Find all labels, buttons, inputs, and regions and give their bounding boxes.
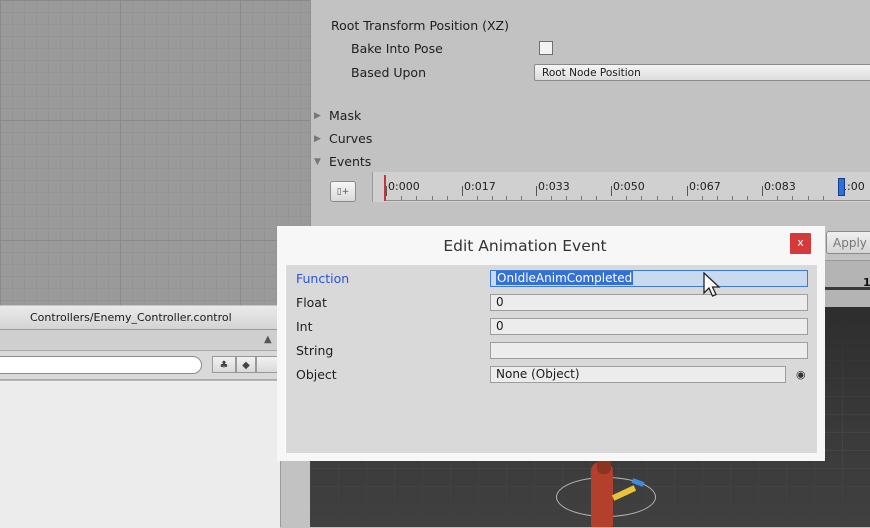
timeline-tick-label: 0:033 bbox=[538, 180, 570, 193]
timeline-minor-tick bbox=[822, 196, 824, 200]
curves-expand-icon[interactable]: ▶ bbox=[314, 134, 321, 144]
filter-label-button[interactable]: ◆ bbox=[236, 356, 256, 373]
project-list bbox=[0, 380, 280, 528]
timeline-tick-label: 0:050 bbox=[613, 180, 645, 193]
tag-icon: ◆ bbox=[242, 360, 250, 371]
int-label: Int bbox=[296, 319, 313, 334]
add-event-icon: ▯+ bbox=[336, 187, 350, 197]
close-icon: x bbox=[797, 236, 804, 249]
close-button[interactable]: x bbox=[790, 233, 811, 254]
controller-path-bar: Controllers/Enemy_Controller.control bbox=[0, 306, 280, 330]
timeline-tick-label: 0:083 bbox=[764, 180, 796, 193]
timeline-minor-tick bbox=[566, 196, 567, 200]
timeline-minor-tick bbox=[446, 196, 448, 200]
timeline-minor-tick bbox=[656, 196, 658, 200]
playhead-marker[interactable] bbox=[384, 175, 386, 201]
controller-path: Controllers/Enemy_Controller.control bbox=[30, 311, 232, 324]
timeline-tick bbox=[687, 186, 688, 196]
timeline-minor-tick bbox=[401, 196, 403, 200]
timeline-minor-tick bbox=[431, 196, 433, 200]
filter-type-button[interactable]: ♣ bbox=[212, 356, 236, 373]
float-field[interactable]: 0 bbox=[490, 294, 808, 311]
inspector-panel bbox=[310, 0, 870, 238]
timeline-minor-tick bbox=[777, 196, 779, 200]
timeline-tick-label: 0:067 bbox=[689, 180, 721, 193]
panel-strip bbox=[0, 330, 280, 351]
float-label: Float bbox=[296, 295, 327, 310]
function-value: OnIdleAnimCompleted bbox=[496, 271, 634, 285]
timeline-tick bbox=[386, 186, 387, 196]
timeline-minor-tick bbox=[521, 196, 523, 200]
timeline-minor-tick bbox=[626, 196, 628, 200]
timeline-tick-label: 0:017 bbox=[464, 180, 496, 193]
function-field[interactable]: OnIdleAnimCompleted bbox=[490, 270, 808, 287]
mask-expand-icon[interactable]: ▶ bbox=[314, 111, 321, 121]
object-field[interactable]: None (Object) bbox=[490, 366, 786, 383]
timeline-minor-tick bbox=[551, 196, 552, 200]
timeline-tick bbox=[611, 186, 612, 196]
based-upon-value: Root Node Position bbox=[542, 67, 641, 79]
int-field[interactable]: 0 bbox=[490, 318, 808, 335]
timeline-minor-tick bbox=[807, 196, 809, 200]
timeline-minor-tick bbox=[476, 196, 478, 200]
timeline-minor-tick bbox=[792, 196, 794, 200]
apply-label: Apply bbox=[833, 236, 867, 250]
based-upon-label: Based Upon bbox=[351, 65, 426, 80]
timeline-minor-tick bbox=[581, 196, 582, 200]
based-upon-dropdown[interactable]: Root Node Position bbox=[534, 64, 870, 81]
preview-speed-value: 1 bbox=[863, 276, 870, 289]
timeline-tick bbox=[462, 186, 463, 196]
string-label: String bbox=[296, 343, 334, 358]
timeline-tick bbox=[762, 186, 763, 196]
object-label: Object bbox=[296, 367, 337, 382]
mouse-cursor-icon bbox=[703, 272, 721, 297]
event-marker[interactable] bbox=[838, 178, 845, 196]
bake-into-pose-checkbox[interactable] bbox=[539, 41, 553, 55]
timeline-minor-tick bbox=[717, 196, 718, 200]
mask-foldout[interactable]: Mask bbox=[329, 108, 361, 123]
object-picker-icon[interactable]: ◉ bbox=[796, 368, 806, 381]
add-event-button[interactable]: ▯+ bbox=[330, 181, 356, 202]
timeline-minor-tick bbox=[702, 196, 703, 200]
string-field[interactable] bbox=[490, 342, 808, 359]
timeline-minor-tick bbox=[747, 196, 748, 200]
timeline-minor-tick bbox=[671, 196, 673, 200]
events-collapse-icon[interactable]: ▼ bbox=[314, 157, 321, 167]
timeline-minor-tick bbox=[491, 196, 493, 200]
timeline-minor-tick bbox=[641, 196, 643, 200]
timeline-minor-tick bbox=[732, 196, 733, 200]
timeline-minor-tick bbox=[506, 196, 508, 200]
timeline-baseline bbox=[384, 200, 870, 201]
apply-button[interactable]: Apply bbox=[826, 231, 870, 254]
search-input[interactable] bbox=[0, 356, 202, 374]
events-foldout[interactable]: Events bbox=[329, 154, 371, 169]
timeline-minor-tick bbox=[596, 196, 597, 200]
filter-type-icon: ♣ bbox=[219, 360, 229, 371]
lock-icon[interactable]: ▲ bbox=[264, 334, 274, 346]
timeline-minor-tick bbox=[416, 196, 418, 200]
function-label: Function bbox=[296, 271, 350, 286]
bake-into-pose-label: Bake Into Pose bbox=[351, 41, 443, 56]
curves-foldout[interactable]: Curves bbox=[329, 131, 372, 146]
root-transform-label: Root Transform Position (XZ) bbox=[331, 18, 509, 33]
timeline-tick-label: 0:000 bbox=[388, 180, 420, 193]
animator-grid[interactable] bbox=[0, 0, 310, 305]
timeline-tick bbox=[536, 186, 537, 196]
dialog-title: Edit Animation Event bbox=[443, 237, 607, 255]
